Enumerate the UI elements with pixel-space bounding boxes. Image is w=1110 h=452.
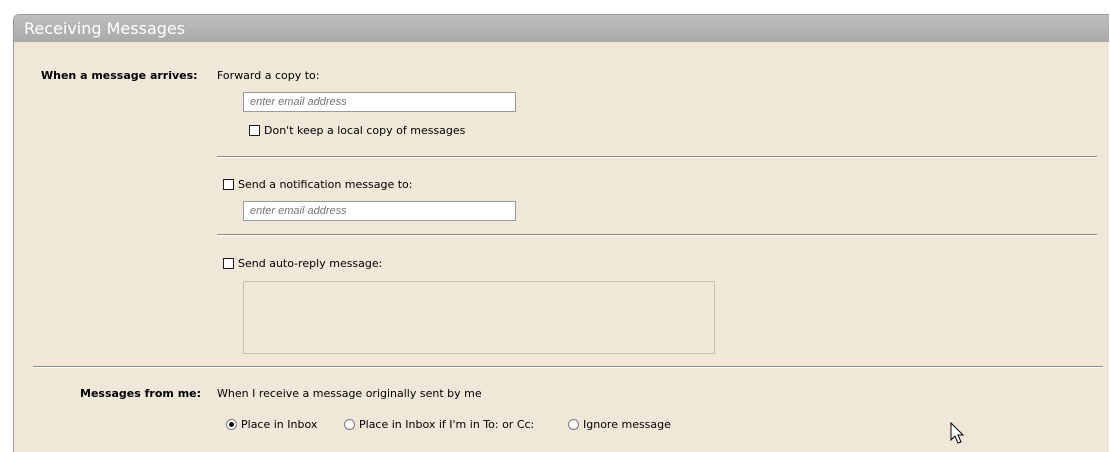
from-me-description: When I receive a message originally sent… bbox=[217, 387, 482, 400]
autoreply-textarea[interactable] bbox=[243, 281, 715, 354]
from-me-label: Messages from me: bbox=[80, 387, 202, 400]
autoreply-checkbox[interactable] bbox=[223, 258, 234, 269]
radio-label: Ignore message bbox=[583, 418, 671, 431]
radio-label: Place in Inbox if I'm in To: or Cc: bbox=[359, 418, 535, 431]
receiving-messages-panel: Receiving Messages When a message arrive… bbox=[13, 14, 1109, 452]
notify-email-input[interactable] bbox=[243, 201, 516, 221]
radio-ignore-message[interactable] bbox=[568, 419, 579, 430]
notify-checkbox[interactable] bbox=[223, 179, 234, 190]
arrival-label: When a message arrives: bbox=[41, 69, 198, 82]
autoreply-label: Send auto-reply message: bbox=[238, 257, 383, 270]
radio-place-in-inbox[interactable] bbox=[226, 419, 237, 430]
no-local-copy-checkbox[interactable] bbox=[249, 125, 260, 136]
mouse-cursor-icon bbox=[950, 422, 965, 444]
notify-label: Send a notification message to: bbox=[238, 178, 413, 191]
divider bbox=[33, 366, 1103, 368]
radio-place-in-inbox-if-to-cc[interactable] bbox=[344, 419, 355, 430]
section-header: Receiving Messages bbox=[14, 15, 1109, 42]
divider bbox=[217, 156, 1097, 158]
forward-label: Forward a copy to: bbox=[217, 69, 320, 82]
no-local-copy-label: Don't keep a local copy of messages bbox=[264, 124, 466, 137]
divider bbox=[217, 234, 1097, 236]
forward-email-input[interactable] bbox=[243, 92, 516, 112]
radio-label: Place in Inbox bbox=[241, 418, 318, 431]
